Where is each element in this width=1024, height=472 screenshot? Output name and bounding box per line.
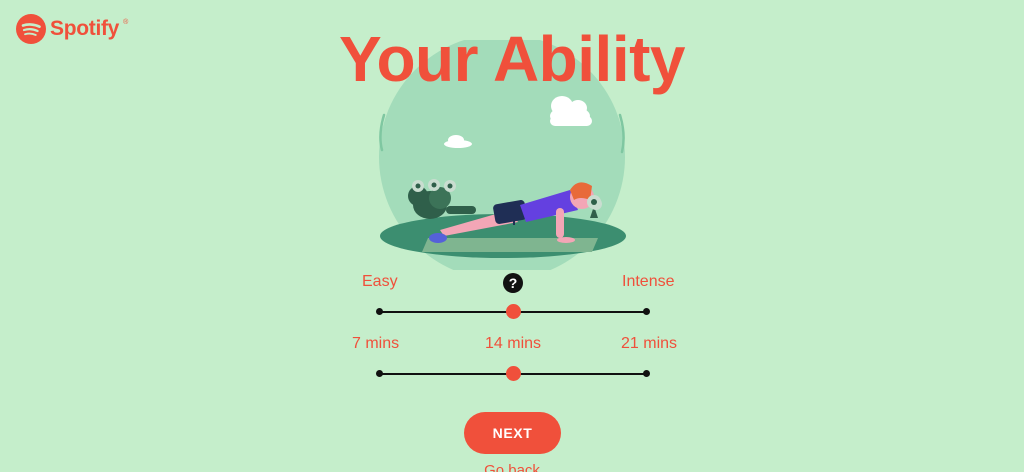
next-button[interactable]: NEXT: [464, 412, 561, 454]
intensity-slider-end-dot: [643, 308, 650, 315]
duration-mid-label: 14 mins: [485, 335, 542, 352]
duration-min-label: 7 mins: [352, 335, 400, 352]
question-mark-icon[interactable]: ?: [503, 273, 523, 293]
intensity-slider-handle[interactable]: [505, 304, 521, 319]
intensity-slider-start-dot: [376, 308, 383, 315]
duration-slider-handle[interactable]: [505, 366, 521, 381]
intensity-max-label: Intense: [622, 273, 675, 290]
go-back-link[interactable]: Go back: [0, 462, 1024, 472]
duration-slider-end-dot: [643, 370, 650, 377]
duration-max-label: 21 mins: [621, 335, 678, 352]
page: Spotify ® Your Ability Easy Intense ? 7 …: [0, 0, 1024, 472]
duration-slider-start-dot: [376, 370, 383, 377]
intensity-min-label: Easy: [362, 273, 398, 290]
page-title: Your Ability: [339, 23, 686, 95]
